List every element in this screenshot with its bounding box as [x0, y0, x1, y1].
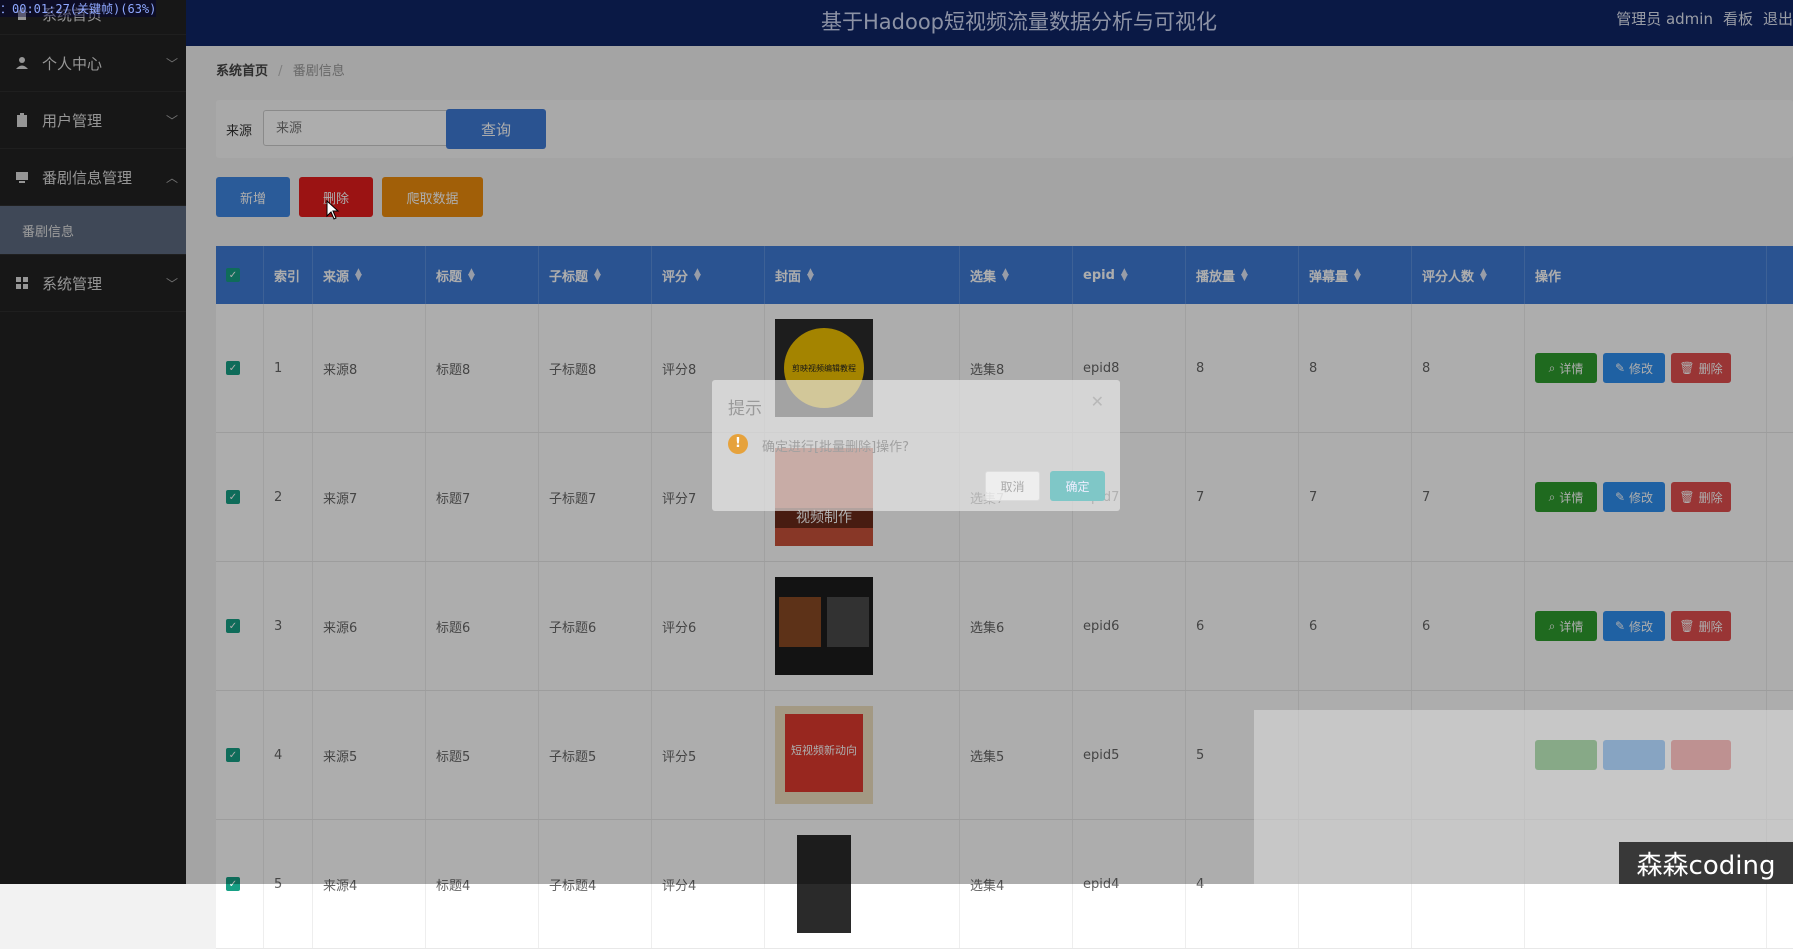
mouse-cursor-icon — [326, 200, 340, 220]
dialog-title: 提示 — [728, 399, 762, 419]
confirm-button[interactable]: 确定 — [1050, 471, 1105, 501]
recording-timer: ：00:01:27(关键帧)(63%) — [0, 0, 157, 17]
watermark: 森森coding — [1619, 842, 1793, 884]
cancel-button[interactable]: 取消 — [985, 471, 1040, 501]
dialog-message: 确定进行[批量删除]操作? — [762, 440, 910, 455]
warning-icon: ! — [728, 434, 748, 454]
confirm-dialog: 提示 ✕ ! 确定进行[批量删除]操作? 取消 确定 — [712, 380, 1120, 511]
close-icon[interactable]: ✕ — [1091, 392, 1104, 411]
